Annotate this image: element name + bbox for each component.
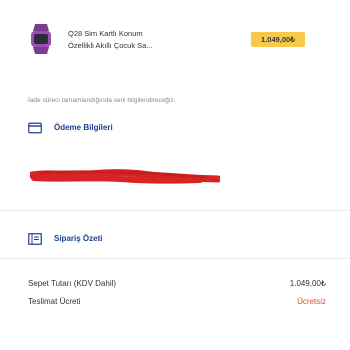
shipping-fee-label: Teslimat Ücreti	[28, 297, 81, 306]
order-summary-header: Sipariş Özeti	[28, 232, 103, 245]
credit-card-icon	[28, 121, 42, 134]
shipping-fee-row: Teslimat Ücreti Ücretsiz	[28, 297, 326, 306]
smartwatch-icon	[28, 22, 54, 56]
redaction-scribble	[28, 166, 222, 188]
payment-info-title: Ödeme Bilgileri	[54, 122, 113, 132]
section-divider	[0, 258, 350, 259]
section-divider	[0, 210, 350, 211]
product-item[interactable]: Q28 Sim Kartlı Konum Özellikli Akıllı Ço…	[28, 22, 330, 56]
product-price-badge: 1.049,00₺	[251, 32, 305, 47]
cart-total-label: Sepet Tutarı (KDV Dahil)	[28, 279, 117, 288]
cart-total-value: 1.049,00₺	[289, 279, 326, 288]
shipping-fee-value: Ücretsiz	[297, 297, 326, 306]
order-summary-title: Sipariş Özeti	[54, 233, 103, 243]
cart-total-row: Sepet Tutarı (KDV Dahil) 1.049,00₺	[28, 279, 326, 288]
payment-info-header: Ödeme Bilgileri	[28, 121, 113, 134]
refund-info-note: İade süreci tamamlandığında seni bilgile…	[28, 97, 176, 104]
receipt-icon	[28, 232, 42, 245]
